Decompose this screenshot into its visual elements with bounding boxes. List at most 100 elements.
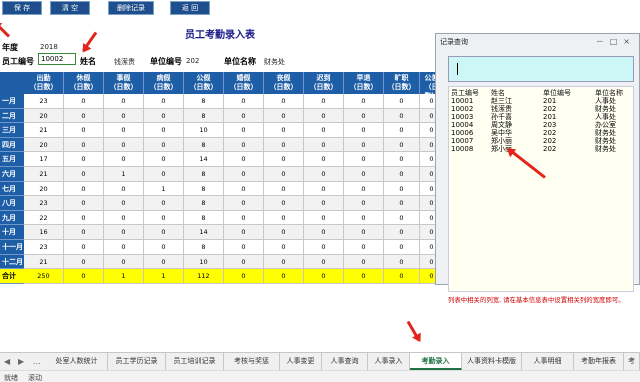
- table-cell[interactable]: 0: [64, 137, 104, 153]
- table-cell[interactable]: 14: [184, 225, 224, 240]
- table-cell[interactable]: 0: [64, 181, 104, 197]
- table-cell[interactable]: 0: [384, 240, 420, 255]
- query-input[interactable]: [448, 56, 634, 82]
- table-cell[interactable]: 0: [144, 254, 184, 270]
- table-cell[interactable]: 8: [184, 137, 224, 153]
- table-cell[interactable]: 0: [344, 269, 384, 284]
- table-cell[interactable]: 0: [384, 137, 420, 153]
- table-cell[interactable]: 0: [224, 269, 264, 284]
- table-cell[interactable]: 0: [384, 167, 420, 182]
- table-cell[interactable]: 0: [224, 225, 264, 240]
- table-cell[interactable]: 0: [344, 254, 384, 270]
- table-cell[interactable]: 0: [344, 240, 384, 255]
- list-item[interactable]: 10001 赵三江 201 人事处: [449, 97, 635, 105]
- table-cell[interactable]: 0: [344, 123, 384, 138]
- table-cell[interactable]: 0: [344, 225, 384, 240]
- tab-more-icon[interactable]: ...: [33, 357, 41, 366]
- table-cell[interactable]: 0: [64, 167, 104, 182]
- table-cell[interactable]: 0: [64, 240, 104, 255]
- table-cell[interactable]: 0: [344, 210, 384, 226]
- table-cell[interactable]: 0: [384, 123, 420, 138]
- table-cell[interactable]: 0: [144, 152, 184, 167]
- table-cell[interactable]: 0: [224, 108, 264, 124]
- table-cell[interactable]: 0: [224, 137, 264, 153]
- table-cell[interactable]: 0: [344, 94, 384, 109]
- sheet-tab[interactable]: 处室人数统计: [46, 353, 108, 370]
- table-cell[interactable]: 23: [24, 240, 64, 255]
- table-cell[interactable]: 0: [64, 196, 104, 211]
- table-cell[interactable]: 0: [304, 123, 344, 138]
- table-cell[interactable]: 1: [144, 181, 184, 197]
- table-cell[interactable]: 8: [184, 167, 224, 182]
- table-cell[interactable]: 0: [344, 196, 384, 211]
- table-cell[interactable]: 0: [304, 196, 344, 211]
- table-cell[interactable]: 0: [304, 225, 344, 240]
- table-cell[interactable]: 0: [104, 225, 144, 240]
- back-button[interactable]: 返 回: [170, 1, 210, 15]
- table-cell[interactable]: 0: [224, 210, 264, 226]
- tab-next-icon[interactable]: ▶: [18, 357, 24, 366]
- table-cell[interactable]: 0: [104, 210, 144, 226]
- table-cell[interactable]: 23: [24, 196, 64, 211]
- table-cell[interactable]: 0: [104, 181, 144, 197]
- table-cell[interactable]: 0: [144, 225, 184, 240]
- sheet-tab[interactable]: 员工培训记录: [166, 353, 224, 370]
- table-cell[interactable]: 0: [304, 137, 344, 153]
- table-cell[interactable]: 0: [144, 167, 184, 182]
- table-cell[interactable]: 0: [264, 137, 304, 153]
- table-cell[interactable]: 0: [384, 254, 420, 270]
- table-cell[interactable]: 0: [264, 152, 304, 167]
- table-cell[interactable]: 23: [24, 94, 64, 109]
- table-cell[interactable]: 0: [344, 167, 384, 182]
- table-cell[interactable]: 0: [104, 152, 144, 167]
- table-cell[interactable]: 0: [264, 269, 304, 284]
- sheet-tab[interactable]: 人事变更: [280, 353, 322, 370]
- table-cell[interactable]: 0: [344, 108, 384, 124]
- table-cell[interactable]: 0: [264, 225, 304, 240]
- result-list[interactable]: 员工编号 姓名 单位编号 单位名称 10001 赵三江 201 人事处 10002 钱潆贵 202 财…: [448, 86, 634, 292]
- table-cell[interactable]: 0: [64, 108, 104, 124]
- table-cell[interactable]: 8: [184, 210, 224, 226]
- table-cell[interactable]: 0: [264, 210, 304, 226]
- table-cell[interactable]: 0: [264, 181, 304, 197]
- sheet-tab[interactable]: 人事明细: [522, 353, 574, 370]
- table-cell[interactable]: 0: [224, 181, 264, 197]
- table-cell[interactable]: 0: [144, 94, 184, 109]
- table-cell[interactable]: 0: [264, 123, 304, 138]
- table-cell[interactable]: 8: [184, 94, 224, 109]
- sheet-tab[interactable]: 人事资料卡模版: [462, 353, 522, 370]
- table-cell[interactable]: 0: [384, 269, 420, 284]
- tab-prev-icon[interactable]: ◀: [4, 357, 10, 366]
- clear-button[interactable]: 清 空: [50, 1, 90, 15]
- sheet-tab[interactable]: 考: [624, 353, 640, 370]
- table-cell[interactable]: 0: [144, 108, 184, 124]
- window-controls-icon[interactable]: －□×: [596, 36, 636, 47]
- table-cell[interactable]: 0: [304, 181, 344, 197]
- delete-record-button[interactable]: 删除记录: [108, 1, 154, 15]
- table-cell[interactable]: 0: [144, 196, 184, 211]
- table-cell[interactable]: 0: [384, 181, 420, 197]
- table-cell[interactable]: 10: [184, 254, 224, 270]
- table-cell[interactable]: 0: [224, 94, 264, 109]
- sheet-tab[interactable]: 考勤年报表: [574, 353, 624, 370]
- table-cell[interactable]: 0: [304, 210, 344, 226]
- table-cell[interactable]: 0: [64, 94, 104, 109]
- table-cell[interactable]: 0: [224, 167, 264, 182]
- list-item[interactable]: 10008 郑小丽 202 财务处: [449, 145, 635, 153]
- table-cell[interactable]: 22: [24, 210, 64, 226]
- table-cell[interactable]: 0: [224, 254, 264, 270]
- list-item[interactable]: 10002 钱潆贵 202 财务处: [449, 105, 635, 113]
- table-cell[interactable]: 0: [344, 152, 384, 167]
- table-cell[interactable]: 0: [304, 108, 344, 124]
- table-cell[interactable]: 0: [264, 94, 304, 109]
- table-cell[interactable]: 20: [24, 108, 64, 124]
- save-button[interactable]: 保 存: [2, 1, 42, 15]
- table-cell[interactable]: 8: [184, 108, 224, 124]
- table-cell[interactable]: 21: [24, 254, 64, 270]
- table-cell[interactable]: 0: [104, 108, 144, 124]
- table-cell[interactable]: 21: [24, 123, 64, 138]
- table-cell[interactable]: 0: [144, 137, 184, 153]
- table-cell[interactable]: 8: [184, 196, 224, 211]
- sheet-tab[interactable]: 人事查询: [322, 353, 368, 370]
- table-cell[interactable]: 0: [104, 254, 144, 270]
